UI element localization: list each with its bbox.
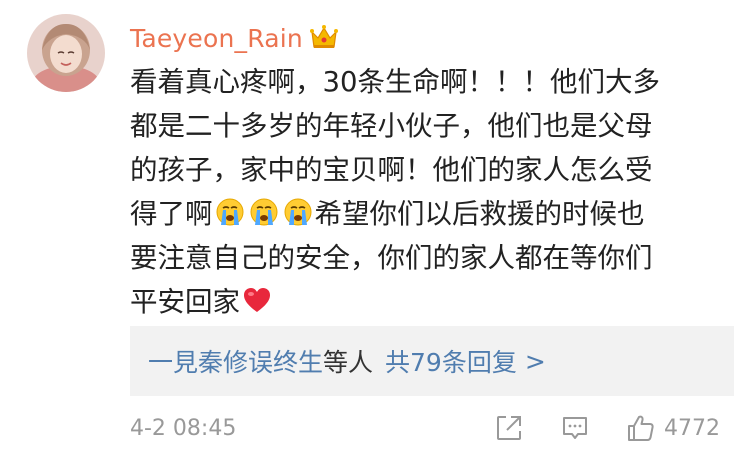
reply-suffix: 等人: [323, 348, 374, 377]
avatar-image: [27, 14, 105, 92]
red-heart-icon: [242, 285, 272, 315]
comment-text: 看着真心疼啊，30条生命啊！！！他们大多 都是二十多岁的年轻小伙子，他们也是父母…: [130, 60, 730, 324]
comment-line-6-text: 平安回家: [130, 286, 240, 318]
comment-line-4: 得了啊 希望你们以后救援的时候也: [130, 192, 730, 236]
like-count: 4772: [664, 415, 720, 441]
timestamp: 4-2 08:45: [130, 415, 237, 441]
crying-face-icon: [249, 197, 279, 227]
comment-line-6: 平安回家: [130, 280, 730, 324]
like-icon[interactable]: [626, 413, 656, 443]
comment-card: Taeyeon_Rain 看着真心疼啊，30条生命啊！！！他们大多 都是二十多岁…: [0, 0, 752, 452]
avatar[interactable]: [27, 14, 105, 92]
comment-line-2: 都是二十多岁的年轻小伙子，他们也是父母: [130, 110, 653, 142]
comment-icon[interactable]: [560, 413, 590, 443]
crying-face-icon: [283, 197, 313, 227]
comment-line-4-end: 希望你们以后救援的时候也: [314, 198, 645, 230]
comment-line-1: 看着真心疼啊，30条生命啊！！！他们大多: [130, 66, 660, 98]
action-bar: 4772: [494, 408, 720, 448]
reply-count-link[interactable]: 共79条回复: [385, 343, 517, 379]
share-icon[interactable]: [494, 413, 524, 443]
comment-line-3: 的孩子，家中的宝贝啊！他们的家人怎么受: [130, 154, 653, 186]
comment-line-5: 要注意自己的安全，你们的家人都在等你们: [130, 242, 653, 274]
reply-user-link[interactable]: 一見秦修误终生: [148, 343, 323, 379]
crown-badge-icon[interactable]: [309, 23, 339, 53]
username[interactable]: Taeyeon_Rain: [130, 24, 303, 53]
username-row: Taeyeon_Rain: [130, 20, 339, 56]
comment-footer: 4-2 08:45 4772: [130, 408, 734, 448]
chevron-right-icon[interactable]: >: [525, 347, 546, 376]
comment-line-4-start: 得了啊: [130, 198, 213, 230]
replies-bar[interactable]: 一見秦修误终生 等人 共79条回复 >: [130, 326, 734, 396]
crying-face-icon: [215, 197, 245, 227]
